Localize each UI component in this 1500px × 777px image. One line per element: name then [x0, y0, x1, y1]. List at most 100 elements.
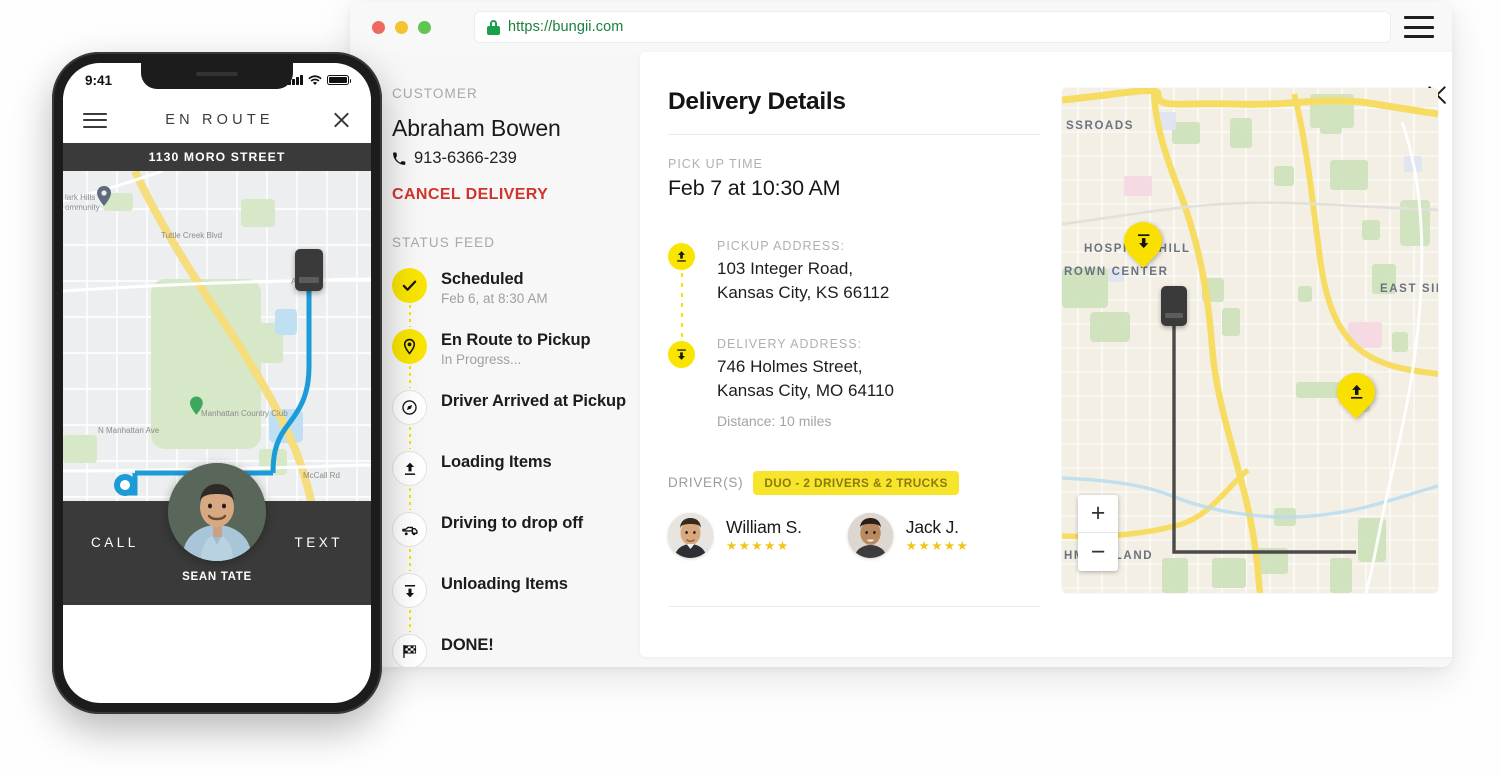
phone-map-street-label: N Manhattan Ave	[98, 426, 160, 435]
pickup-address-text: PICKUP ADDRESS: 103 Integer Road, Kansas…	[717, 239, 889, 305]
window-controls[interactable]	[372, 20, 431, 34]
delivery-address-line1: 746 Holmes Street,	[717, 357, 863, 377]
status-feed-label: STATUS FEED	[392, 235, 496, 250]
window-minimize-dot[interactable]	[395, 20, 408, 34]
check-icon	[392, 268, 427, 303]
battery-icon	[327, 74, 352, 86]
delivery-details-left: Delivery Details PICK UP TIME Feb 7 at 1…	[668, 88, 1040, 657]
avatar[interactable]	[168, 463, 266, 561]
pickup-address-value: 103 Integer Road, Kansas City, KS 66112	[717, 257, 889, 305]
compass-icon	[392, 390, 427, 425]
feed-connector	[409, 305, 411, 327]
window-maximize-dot[interactable]	[418, 20, 431, 34]
delivery-map-pin[interactable]	[1116, 214, 1170, 268]
feed-connector	[409, 488, 411, 510]
feed-text: Unloading Items	[441, 573, 568, 594]
drivers-list: William S. ★★★★★ Jack J. ★★★★★	[668, 512, 1040, 558]
feed-title: Driving to drop off	[441, 514, 583, 532]
close-icon[interactable]	[332, 111, 351, 130]
hamburger-menu-icon[interactable]	[83, 112, 107, 128]
customer-phone: 913-6366-239	[392, 149, 640, 168]
driver-card[interactable]: Jack J. ★★★★★	[847, 512, 970, 558]
status-badge: DUO - 2 DRIVERS & 2 TRUCKS	[753, 470, 959, 495]
map-zoom-controls[interactable]: + −	[1078, 495, 1118, 571]
call-button[interactable]: CALL	[91, 535, 139, 572]
status-feed-item[interactable]: Driver Arrived at Pickup	[392, 390, 640, 451]
browser-viewport: CUSTOMER Abraham Bowen 913-6366-239 CANC…	[350, 52, 1452, 667]
status-feed-item[interactable]: DONE!	[392, 634, 640, 667]
status-time: 9:41	[85, 72, 113, 88]
status-feed-item[interactable]: Scheduled Feb 6, at 8:30 AM	[392, 268, 640, 329]
app-title: EN ROUTE	[165, 112, 274, 128]
feed-connector	[409, 610, 411, 632]
arrow-up-load-icon	[392, 451, 427, 486]
phone-map-street-label: McCall Rd	[303, 471, 340, 480]
driver-name-label: SEAN TATE	[182, 571, 252, 583]
feed-connector	[409, 427, 411, 449]
phone-app-navbar: EN ROUTE	[63, 97, 371, 143]
truck-icon	[1161, 286, 1187, 326]
status-feed-item[interactable]: Loading Items	[392, 451, 640, 512]
feed-text: Driving to drop off	[441, 512, 583, 533]
delivery-map[interactable]: SSROADSHOSPITAL HILLROWN CENTEREAST SIDH…	[1062, 88, 1438, 593]
avatar	[668, 512, 713, 558]
pickup-address-line2: Kansas City, KS 66112	[717, 283, 890, 303]
browser-chrome: https://bungii.com	[350, 2, 1452, 52]
delivery-address-line2: Kansas City, MO 64110	[717, 381, 895, 401]
status-indicators	[288, 74, 352, 86]
driver-photo	[168, 463, 266, 561]
feed-subtitle: In Progress...	[441, 352, 522, 367]
feed-title: Loading Items	[441, 453, 552, 471]
truck-map-marker[interactable]	[1161, 286, 1187, 326]
lock-icon	[487, 19, 500, 35]
arrow-up-load-icon	[668, 243, 695, 270]
status-feed-list: Scheduled Feb 6, at 8:30 AM En Route to Pi…	[392, 268, 640, 667]
driver-card[interactable]: William S. ★★★★★	[668, 512, 802, 558]
hamburger-menu-icon[interactable]	[1404, 16, 1434, 38]
feed-title: Driver Arrived at Pickup	[441, 392, 626, 410]
map-area-label: EAST SID	[1380, 283, 1438, 295]
customer-name: Abraham Bowen	[392, 115, 561, 141]
status-feed-item[interactable]: En Route to Pickup In Progress...	[392, 329, 640, 390]
feed-text: En Route to Pickup In Progress...	[441, 329, 591, 367]
map-zoom-out-button[interactable]: −	[1078, 533, 1118, 571]
truck-icon[interactable]	[295, 249, 323, 291]
feed-title: DONE!	[441, 636, 494, 654]
phone-map-street-label: lark Hills	[65, 193, 96, 202]
phone-screen: 9:41 EN ROUTE 1130 MORO STREET lark Hill…	[63, 63, 371, 703]
pickup-map-pin[interactable]	[1329, 365, 1383, 419]
phone-notch	[141, 63, 293, 89]
pickup-time-label: PICK UP TIME	[668, 157, 763, 171]
addresses-block: PICKUP ADDRESS: 103 Integer Road, Kansas…	[668, 239, 1040, 429]
customer-sidebar: CUSTOMER Abraham Bowen 913-6366-239 CANC…	[350, 52, 640, 667]
bottom-divider	[668, 605, 1040, 607]
map-area-label: ROWN CENTER	[1064, 266, 1169, 278]
phone-address-bar: 1130 MORO STREET	[63, 143, 371, 171]
arrow-down-unload-icon	[392, 573, 427, 608]
delivery-address-label: DELIVERY ADDRESS:	[717, 337, 863, 352]
feed-text: Driver Arrived at Pickup	[441, 390, 626, 411]
address-bar[interactable]: https://bungii.com	[475, 12, 1390, 42]
map-zoom-in-button[interactable]: +	[1078, 495, 1118, 533]
text-button[interactable]: TEXT	[294, 535, 343, 572]
status-feed-item[interactable]: Unloading Items	[392, 573, 640, 634]
phone-map-street-label: Manhattan Country Club	[201, 409, 288, 418]
feed-text: Loading Items	[441, 451, 552, 472]
window-close-dot[interactable]	[372, 20, 385, 34]
status-feed-item[interactable]: Driving to drop off	[392, 512, 640, 573]
cancel-delivery-button[interactable]: CANCEL DELIVERY	[392, 186, 548, 204]
address-connector-line	[680, 273, 683, 345]
phone-icon	[393, 152, 406, 165]
wifi-icon	[308, 74, 322, 85]
driver-rating-stars: ★★★★★	[905, 539, 970, 554]
delivery-address-text: DELIVERY ADDRESS: 746 Holmes Street, Kan…	[717, 337, 894, 428]
feed-title: Scheduled	[441, 270, 524, 288]
driver-name: Jack J.	[905, 517, 959, 538]
checkered-flag-icon	[392, 634, 427, 667]
customer-section-label: CUSTOMER	[392, 86, 478, 101]
pickup-address-label: PICKUP ADDRESS:	[717, 239, 846, 253]
truck-icon	[392, 512, 427, 547]
page-title: Delivery Details	[668, 88, 846, 115]
phone-map[interactable]: lark HillsommunityTuttle Creek BlvdAllen…	[63, 171, 371, 605]
url-text: https://bungii.com	[508, 19, 624, 35]
